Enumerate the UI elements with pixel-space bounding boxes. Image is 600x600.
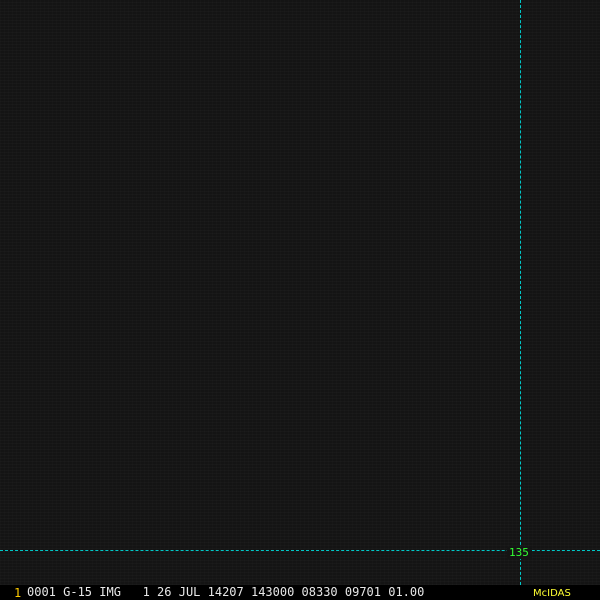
map-grid-label: 135 (507, 547, 532, 559)
image-status-bar: 1 0001 G-15 IMG 1 26 JUL 14207 143000 08… (0, 585, 600, 600)
mcidas-brand: McIDAS (533, 588, 571, 599)
mcidas-image-display: 135 1 0001 G-15 IMG 1 26 JUL 14207 14300… (0, 0, 600, 600)
satellite-image (0, 0, 600, 584)
map-grid-longitude-line (520, 0, 521, 600)
image-info-text: 0001 G-15 IMG 1 26 JUL 14207 143000 0833… (27, 585, 425, 599)
frame-number: 1 (14, 586, 22, 600)
